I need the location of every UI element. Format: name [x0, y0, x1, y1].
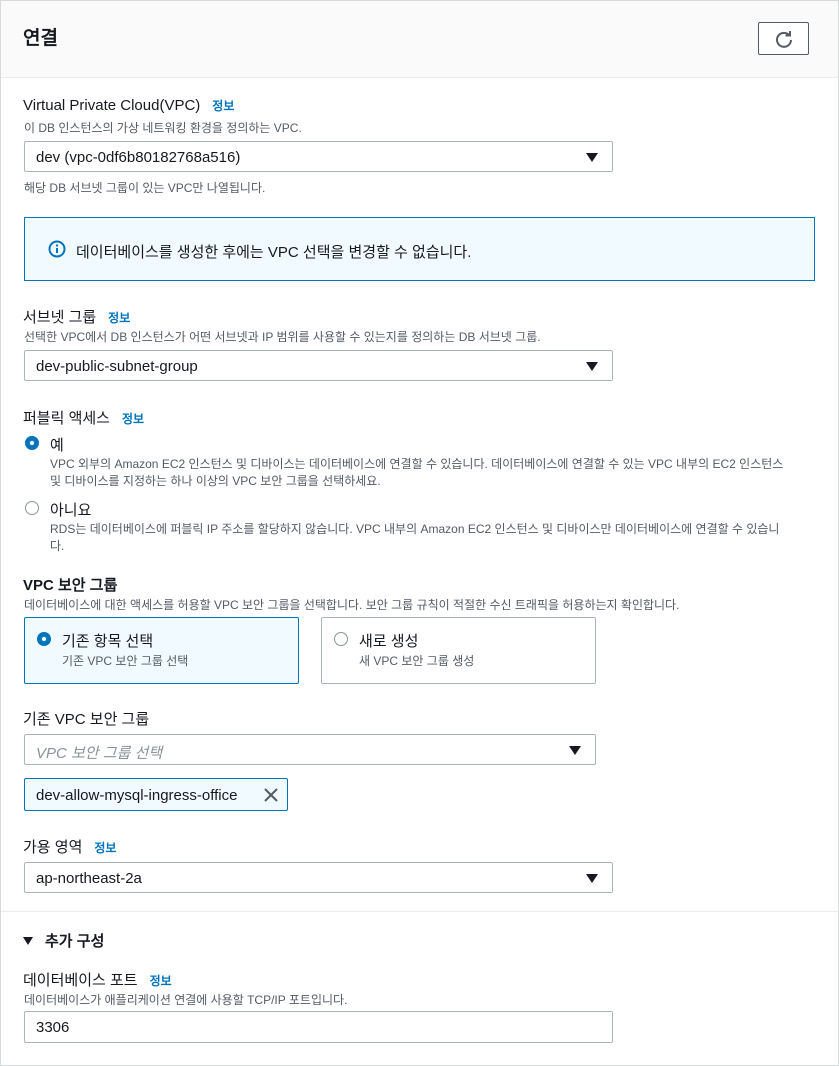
vpc-select[interactable]: dev (vpc-0df6b80182768a516): [24, 141, 613, 172]
db-port-info-link[interactable]: 정보: [150, 974, 172, 988]
existing-sg-select[interactable]: VPC 보안 그룹 선택: [24, 734, 596, 765]
info-alert: 데이터베이스를 생성한 후에는 VPC 선택을 변경할 수 없습니다.: [24, 217, 815, 281]
caret-expanded-icon: [23, 936, 33, 945]
db-port-input[interactable]: 3306: [24, 1011, 613, 1043]
vpc-info-link[interactable]: 정보: [212, 99, 234, 113]
create-new-subtitle: 새 VPC 보안 그룹 생성: [359, 654, 475, 668]
az-label: 가용 영역: [23, 839, 83, 856]
public-access-yes-desc-line1: VPC 외부의 Amazon EC2 인스턴스 및 디바이스는 데이터베이스에 …: [50, 457, 784, 471]
db-port-description: 데이터베이스가 애플리케이션 연결에 사용할 TCP/IP 포트입니다.: [24, 993, 348, 1007]
subnet-group-description: 선택한 VPC에서 DB 인스턴스가 어떤 서브넷과 IP 범위를 사용할 수 …: [24, 330, 541, 344]
additional-config-label: 추가 구성: [45, 933, 105, 950]
public-access-no-description: RDS는 데이터베이스에 퍼블릭 IP 주소를 할당하지 않습니다. VPC 내…: [50, 520, 820, 554]
az-select-value: ap-northeast-2a: [36, 870, 142, 887]
tile-choose-existing[interactable]: 기존 항목 선택 기존 VPC 보안 그룹 선택: [24, 617, 299, 684]
create-new-title: 새로 생성: [359, 633, 419, 650]
subnet-group-value: dev-public-subnet-group: [36, 358, 198, 375]
section-divider: [1, 911, 838, 912]
vpc-description: 이 DB 인스턴스의 가상 네트워킹 환경을 정의하는 VPC.: [24, 121, 302, 135]
connectivity-panel: 연결 Virtual Private Cloud(VPC) 정보 이 DB 인스턴…: [0, 0, 839, 1066]
alert-text: 데이터베이스를 생성한 후에는 VPC 선택을 변경할 수 없습니다.: [76, 244, 472, 261]
vpc-hint: 해당 DB 서브넷 그룹이 있는 VPC만 나열됩니다.: [24, 181, 266, 195]
public-access-no-desc-line1: RDS는 데이터베이스에 퍼블릭 IP 주소를 할당하지 않습니다. VPC 내…: [50, 522, 780, 536]
existing-sg-placeholder: VPC 보안 그룹 선택: [36, 745, 163, 762]
panel-title: 연결: [23, 28, 58, 49]
create-new-radio[interactable]: [334, 632, 348, 646]
public-access-no-desc-line2: 다.: [50, 539, 65, 553]
caret-down-icon: [586, 362, 598, 371]
choose-existing-subtitle: 기존 VPC 보안 그룹 선택: [62, 654, 189, 668]
vpc-label: Virtual Private Cloud(VPC): [23, 97, 201, 114]
vpc-label-row: Virtual Private Cloud(VPC) 정보: [23, 97, 234, 115]
db-port-label-row: 데이터베이스 포트 정보: [23, 969, 172, 990]
public-access-info-link[interactable]: 정보: [122, 412, 144, 426]
subnet-info-link[interactable]: 정보: [108, 311, 130, 325]
public-access-yes-desc-line2: 및 디바이스를 지정하는 하나 이상의 VPC 보안 그룹을 선택하세요.: [50, 474, 381, 488]
panel-header: 연결: [1, 1, 838, 78]
caret-down-icon: [586, 153, 598, 162]
info-circle-icon: [48, 240, 66, 258]
choose-existing-title: 기존 항목 선택: [62, 633, 154, 650]
db-port-value: 3306: [36, 1019, 70, 1036]
az-label-row: 가용 영역 정보: [23, 836, 116, 857]
vpc-select-value: dev (vpc-0df6b80182768a516): [36, 149, 241, 166]
choose-existing-radio[interactable]: [37, 632, 51, 646]
refresh-icon: [775, 30, 792, 48]
subnet-group-label: 서브넷 그룹: [23, 309, 97, 326]
public-access-yes-label[interactable]: 예: [50, 434, 64, 455]
vpc-sg-label: VPC 보안 그룹: [23, 577, 118, 594]
az-select[interactable]: ap-northeast-2a: [24, 862, 613, 893]
subnet-label-row: 서브넷 그룹 정보: [23, 306, 130, 327]
db-port-label: 데이터베이스 포트: [23, 972, 138, 989]
tile-create-new[interactable]: 새로 생성 새 VPC 보안 그룹 생성: [321, 617, 596, 684]
existing-sg-label: 기존 VPC 보안 그룹: [23, 711, 150, 728]
public-access-label: 퍼블릭 액세스: [23, 410, 110, 427]
public-access-yes-radio[interactable]: [25, 436, 39, 450]
public-access-no-label[interactable]: 아니요: [50, 499, 91, 520]
vpc-sg-description: 데이터베이스에 대한 액세스를 허용할 VPC 보안 그룹을 선택합니다. 보안…: [24, 598, 680, 612]
additional-config-toggle[interactable]: 추가 구성: [23, 930, 104, 951]
caret-down-icon: [569, 746, 581, 755]
sg-token: dev-allow-mysql-ingress-office: [24, 778, 288, 811]
sg-token-label: dev-allow-mysql-ingress-office: [36, 787, 238, 804]
public-access-no-radio[interactable]: [25, 501, 39, 515]
refresh-button[interactable]: [758, 22, 809, 55]
subnet-group-select[interactable]: dev-public-subnet-group: [24, 350, 613, 381]
az-info-link[interactable]: 정보: [94, 841, 116, 855]
public-access-label-row: 퍼블릭 액세스 정보: [23, 407, 144, 428]
close-icon[interactable]: [263, 787, 279, 803]
caret-down-icon: [586, 874, 598, 883]
public-access-yes-description: VPC 외부의 Amazon EC2 인스턴스 및 디바이스는 데이터베이스에 …: [50, 455, 820, 489]
